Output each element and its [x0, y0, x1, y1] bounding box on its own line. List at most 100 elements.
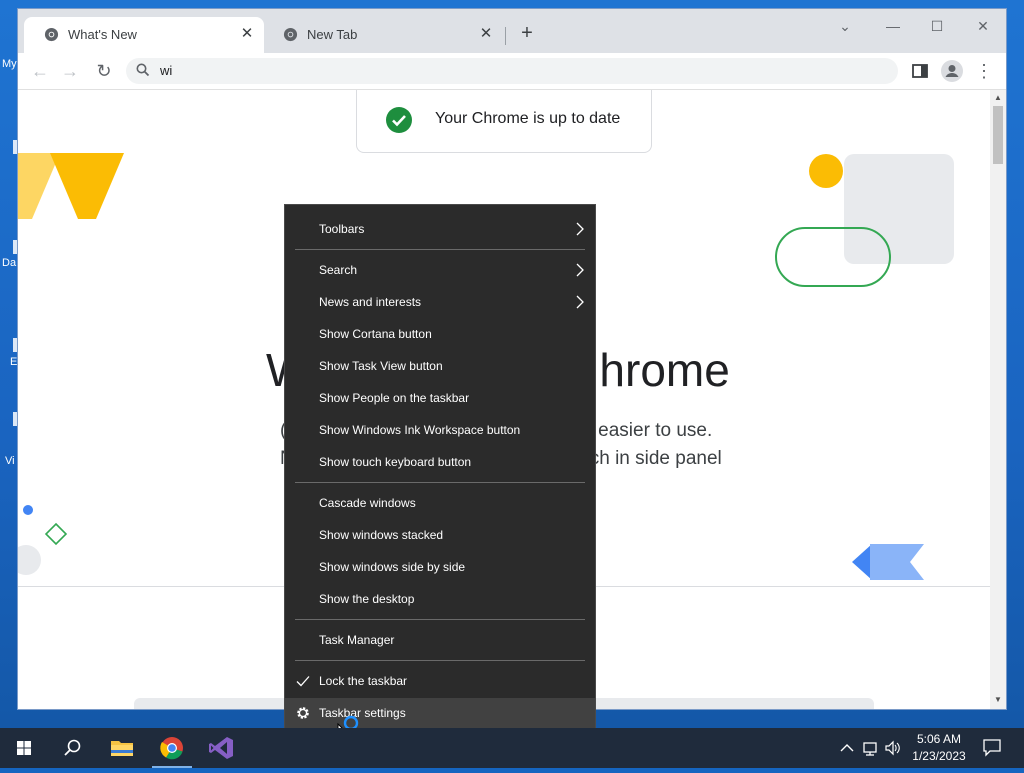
menu-separator: [295, 619, 585, 620]
windows-start-icon: [17, 741, 31, 755]
menu-item-label: Task Manager: [319, 633, 395, 647]
visual-studio-button[interactable]: [198, 728, 246, 768]
menu-item-toolbars[interactable]: Toolbars: [285, 214, 595, 244]
menu-item-windows-stacked[interactable]: Show windows stacked: [285, 520, 595, 550]
menu-item-label: Show Windows Ink Workspace button: [319, 423, 521, 437]
notifications-icon[interactable]: [982, 737, 1001, 757]
menu-item-label: Lock the taskbar: [319, 674, 408, 688]
menu-item-label: Cascade windows: [319, 496, 416, 510]
menu-item-label: Show the desktop: [319, 592, 415, 606]
file-explorer-icon: [111, 741, 133, 756]
yellow-chevron-decoration: [18, 153, 124, 219]
close-tab-icon[interactable]: ✕: [238, 25, 256, 43]
desktop-icon-label[interactable]: My: [2, 58, 17, 70]
search-icon: [136, 63, 150, 77]
menu-item-label: Show People on the taskbar: [319, 391, 470, 405]
clock-time: 5:06 AM: [916, 732, 962, 746]
menu-item-task-manager[interactable]: Task Manager: [285, 625, 595, 655]
search-icon: [64, 739, 81, 756]
desktop-icon-label[interactable]: Da: [2, 257, 16, 269]
tab-search-icon[interactable]: ⌄: [830, 15, 860, 37]
chrome-favicon-icon: [44, 27, 59, 42]
menu-item-show-cortana[interactable]: Show Cortana button: [285, 319, 595, 349]
desktop-icon-label[interactable]: Vi: [5, 455, 15, 467]
close-window-icon[interactable]: ✕: [968, 15, 998, 37]
search-button[interactable]: [48, 728, 96, 768]
side-panel-icon[interactable]: [908, 59, 932, 83]
menu-item-label: Toolbars: [319, 222, 365, 236]
clock-date: 1/23/2023: [912, 749, 966, 763]
menu-item-taskbar-settings[interactable]: Taskbar settings: [285, 698, 595, 728]
profile-avatar-icon[interactable]: [940, 59, 964, 83]
tab-whats-new[interactable]: What's New ✕: [24, 17, 264, 53]
menu-item-show-touch-keyboard[interactable]: Show touch keyboard button: [285, 447, 595, 477]
update-status-card: Your Chrome is up to date: [356, 90, 652, 153]
forward-arrow-icon[interactable]: →: [58, 59, 82, 83]
menu-item-show-ink-workspace[interactable]: Show Windows Ink Workspace button: [285, 415, 595, 445]
menu-item-label: Taskbar settings: [319, 706, 406, 720]
chevron-right-icon: [576, 295, 584, 309]
blue-arrow-decoration: [852, 544, 924, 580]
shapes-decoration: [775, 154, 954, 287]
tab-strip: What's New ✕ New Tab ✕ + ⌄ — ☐ ✕: [18, 9, 1006, 53]
reload-icon[interactable]: ↻: [92, 59, 116, 83]
menu-item-cascade-windows[interactable]: Cascade windows: [285, 488, 595, 518]
menu-item-label: News and interests: [319, 295, 422, 309]
visual-studio-icon: [209, 737, 233, 759]
chrome-icon: [160, 737, 183, 760]
tab-title: What's New: [68, 27, 137, 42]
maximize-icon[interactable]: ☐: [922, 15, 952, 37]
desktop-icon[interactable]: [13, 338, 17, 352]
desktop-icon[interactable]: [13, 140, 17, 154]
desktop-icon[interactable]: [13, 412, 17, 426]
update-message: Your Chrome is up to date: [435, 110, 621, 127]
menu-item-label: Show windows stacked: [319, 528, 444, 542]
show-hidden-icons-icon[interactable]: [838, 738, 856, 758]
taskbar: 5:06 AM 1/23/2023: [0, 728, 1024, 768]
menu-separator: [295, 660, 585, 661]
checkmark-icon: [386, 107, 412, 133]
checkmark-icon: [296, 676, 310, 687]
desktop-icon-label[interactable]: E: [10, 356, 17, 368]
menu-item-label: Show touch keyboard button: [319, 455, 472, 469]
scroll-up-icon[interactable]: ▲: [993, 93, 1003, 103]
browser-toolbar: ← → ↻ wi ⋮: [18, 53, 1006, 90]
chevron-right-icon: [576, 263, 584, 277]
more-menu-icon[interactable]: ⋮: [972, 59, 996, 83]
headline-right: hrome: [599, 344, 730, 396]
scrollbar[interactable]: ▲ ▼: [990, 90, 1006, 709]
file-explorer-button[interactable]: [98, 728, 146, 768]
system-clock[interactable]: 5:06 AM 1/23/2023: [904, 731, 974, 765]
menu-item-windows-side-by-side[interactable]: Show windows side by side: [285, 552, 595, 582]
chrome-taskbar-button[interactable]: [148, 728, 196, 768]
menu-item-label: Show Cortana button: [319, 327, 432, 341]
network-icon[interactable]: [862, 738, 880, 758]
menu-separator: [295, 249, 585, 250]
menu-separator: [295, 482, 585, 483]
subline-right: d easier to use.: [582, 420, 713, 441]
menu-item-show-people[interactable]: Show People on the taskbar: [285, 383, 595, 413]
chrome-favicon-icon: [283, 27, 298, 42]
menu-item-label: Search: [319, 263, 358, 277]
close-tab-icon[interactable]: ✕: [477, 25, 495, 43]
back-arrow-icon[interactable]: ←: [28, 59, 52, 83]
tab-separator: [505, 27, 506, 45]
scroll-down-icon[interactable]: ▼: [993, 695, 1003, 705]
minimize-icon[interactable]: —: [878, 15, 908, 37]
address-bar[interactable]: wi: [126, 58, 898, 84]
volume-icon[interactable]: [884, 738, 902, 758]
tab-title: New Tab: [307, 27, 358, 42]
menu-item-news-and-interests[interactable]: News and interests: [285, 287, 595, 317]
menu-item-label: Show Task View button: [319, 359, 443, 373]
tab-new-tab[interactable]: New Tab ✕: [263, 17, 503, 53]
desktop-icon[interactable]: [13, 240, 17, 254]
menu-item-show-task-view[interactable]: Show Task View button: [285, 351, 595, 381]
start-button[interactable]: [0, 728, 48, 768]
menu-item-lock-taskbar[interactable]: Lock the taskbar: [285, 666, 595, 696]
scroll-thumb[interactable]: [993, 106, 1003, 164]
menu-item-show-desktop[interactable]: Show the desktop: [285, 584, 595, 614]
taskbar-context-menu: Toolbars Search News and interests Show …: [284, 204, 596, 737]
new-tab-button[interactable]: +: [516, 23, 538, 45]
subline-right: ch in side panel: [589, 448, 722, 469]
menu-item-search[interactable]: Search: [285, 255, 595, 285]
